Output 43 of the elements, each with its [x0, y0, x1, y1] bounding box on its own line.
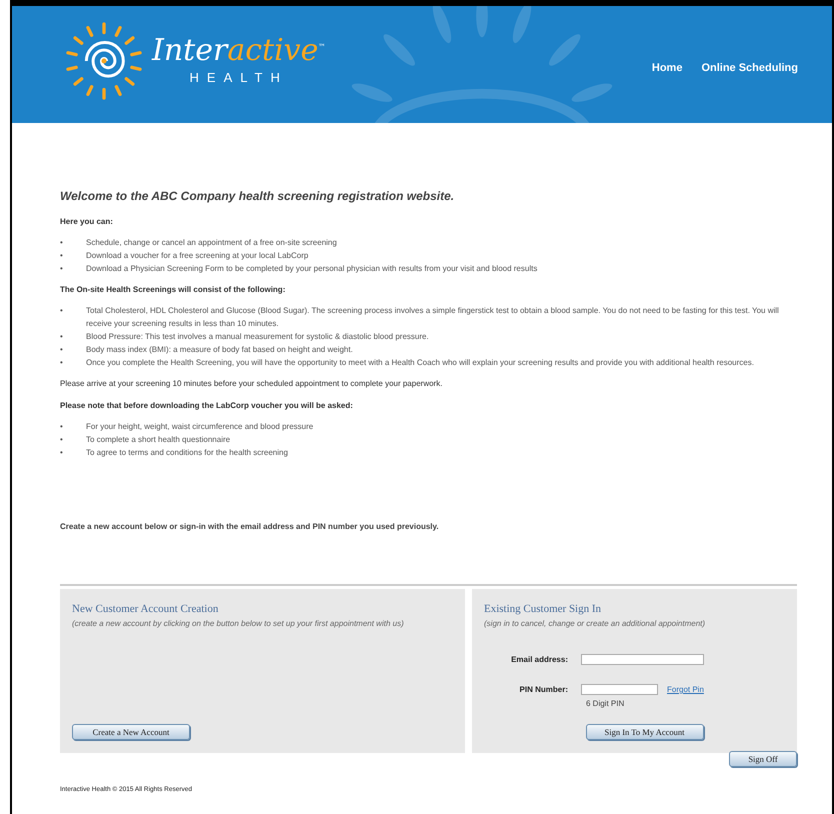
list-item: Schedule, change or cancel an appointment of a free on-site screening [86, 237, 337, 249]
pin-hint: 6 Digit PIN [586, 699, 626, 708]
list-item: Download a Physician Screening Form to be completed by your personal physician with results from your visit and blood results [86, 263, 538, 275]
list-item: To agree to terms and conditions for the health screening [86, 447, 288, 459]
bullet-icon: • [60, 330, 86, 343]
logo-wordmark: Interactive$^{™}$ [152, 36, 326, 66]
bullet-icon: • [60, 420, 86, 433]
bullet-icon: • [60, 262, 86, 275]
create-account-button[interactable]: Create a New Account [72, 724, 190, 740]
panel-title: New Customer Account Creation [72, 603, 220, 615]
logo-subtitle: HEALTH [190, 70, 288, 85]
list-item: For your height, weight, waist circumference and blood pressure [86, 421, 314, 433]
panel-subtitle: (sign in to cancel, change or create an additional appointment) [484, 619, 706, 628]
instruction-text: Create a new account below or sign-in with the email address and PIN number you used previously. [60, 522, 440, 531]
bullet-icon: • [60, 236, 86, 249]
forgot-pin-link[interactable]: Forgot Pin [667, 685, 704, 694]
bullet-icon: • [60, 356, 86, 369]
bullet-icon: • [60, 304, 86, 330]
bullet-icon: • [60, 433, 86, 446]
pin-input[interactable] [581, 684, 658, 695]
section-title: Here you can: [60, 217, 114, 226]
arrival-note: Please arrive at your screening 10 minutes before your scheduled appointment to complete your paperwork. [60, 379, 444, 388]
section-title: The On-site Health Screenings will consist of the following: [60, 285, 286, 294]
list-item: To complete a short health questionnaire [86, 434, 230, 446]
list-item: Total Cholesterol, HDL Cholesterol and Glucose (Blood Sugar). The screening process involves a simple fingerstick test to obtain a blood sample. You do not need to be fasting for this test. You will receive your screening results in less than 10 minutes. [86, 305, 780, 330]
bullet-icon: • [60, 446, 86, 459]
nav-link[interactable]: Home [652, 62, 682, 74]
section-title: Please note that before downloading the LabCorp voucher you will be asked: [60, 401, 354, 410]
pin-label: PIN Number: [518, 685, 568, 694]
list-item: Once you complete the Health Screening, you will have the opportunity to meet with a Health Coach who will explain your screening results and provide you with additional health resources. [86, 357, 754, 369]
list-item: Blood Pressure: This test involves a manual measurement for systolic & diastolic blood pressure. [86, 331, 429, 343]
list-item: Body mass index (BMI): a measure of body fat based on height and weight. [86, 344, 353, 356]
nav-link[interactable]: Online Scheduling [701, 62, 798, 74]
bullet-icon: • [60, 343, 86, 356]
sign-off-button[interactable]: Sign Off [729, 751, 797, 767]
list-item: Download a voucher for a free screening at your local LabCorp [86, 250, 308, 262]
sign-in-button[interactable]: Sign In To My Account [586, 724, 704, 740]
panel-title: Existing Customer Sign In [484, 603, 602, 615]
email-label: Email address: [510, 655, 568, 664]
bullet-icon: • [60, 249, 86, 262]
welcome-heading: Welcome to the ABC Company health screening registration website. [60, 189, 456, 203]
panel-subtitle: (create a new account by clicking on the button below to set up your first appointment with us) [72, 619, 405, 628]
email-input[interactable] [581, 654, 704, 665]
